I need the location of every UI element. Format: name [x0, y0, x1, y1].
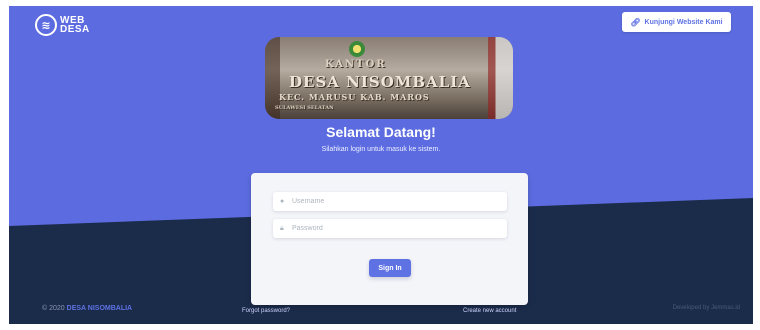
welcome-subtitle: Silahkan login untuk masuk ke sistem. — [321, 146, 441, 153]
visit-website-button[interactable]: 🔗︎ Kunjungi Website Kami — [622, 12, 731, 32]
webdesa-logo[interactable]: ≋ WEB DESA — [35, 14, 90, 36]
photo-text-line: DESA NISOMBALIA — [289, 73, 471, 91]
create-account-link[interactable]: Create new account — [463, 308, 516, 314]
forgot-password-link[interactable]: Forgot password? — [242, 308, 290, 314]
welcome-title: Selamat Datang! — [326, 124, 436, 140]
photo-text-line: KANTOR — [325, 59, 387, 70]
logo-mark-icon: ≋ — [35, 14, 57, 36]
photo-text-line: SULAWESI SELATAN — [275, 105, 334, 111]
developed-by: Developed by Jemmas.id — [672, 305, 740, 311]
password-field[interactable]: 🔒︎ — [273, 219, 507, 238]
sign-in-button[interactable]: Sign In — [369, 259, 411, 277]
footer-brand-link[interactable]: DESA NISOMBALIA — [67, 305, 132, 312]
lock-icon: 🔒︎ — [280, 224, 284, 232]
username-input[interactable] — [290, 198, 492, 205]
copyright-year: © 2020 — [42, 305, 65, 312]
username-field[interactable]: ● — [273, 192, 507, 211]
visit-website-label: Kunjungi Website Kami — [644, 18, 723, 26]
regency-seal-icon — [349, 41, 365, 57]
link-icon: 🔗︎ — [630, 17, 641, 27]
photo-text-line: KEC. MARUSU KAB. MAROS — [279, 92, 430, 102]
office-photo: KANTOR DESA NISOMBALIA KEC. MARUSU KAB. … — [265, 37, 513, 119]
copyright: © 2020 DESA NISOMBALIA — [42, 305, 132, 312]
logo-line-desa: DESA — [60, 24, 90, 35]
login-card: ● 🔒︎ Sign In — [251, 173, 528, 305]
user-icon: ● — [280, 198, 285, 205]
login-page: ≋ WEB DESA 🔗︎ Kunjungi Website Kami KANT… — [9, 6, 753, 324]
password-input[interactable] — [290, 225, 492, 232]
logo-text: WEB DESA — [60, 16, 90, 35]
